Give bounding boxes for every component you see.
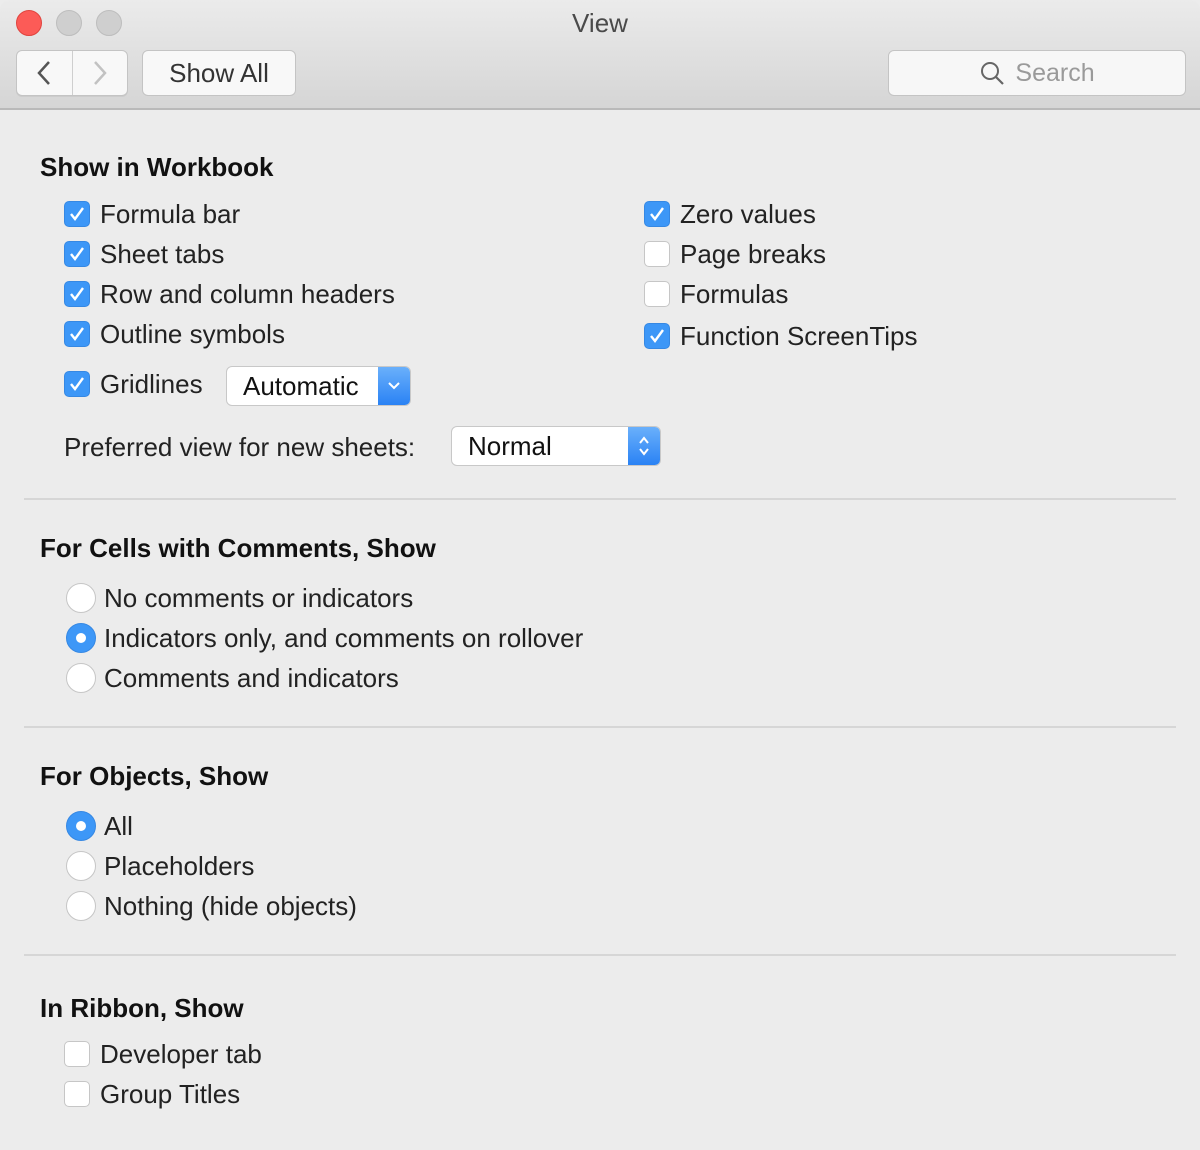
up-down-arrows-icon (628, 427, 660, 465)
option-label: No comments or indicators (104, 582, 414, 613)
option-label: Nothing (hide objects) (104, 890, 357, 921)
no-comments-radio[interactable]: No comments or indicators (66, 582, 413, 614)
forward-button[interactable] (73, 51, 128, 95)
gridlines-color-value: Automatic (243, 370, 359, 401)
back-button[interactable] (17, 51, 73, 95)
objects-heading: For Objects, Show (40, 761, 269, 791)
comments-heading: For Cells with Comments, Show (40, 533, 436, 563)
chevron-down-icon (378, 367, 410, 405)
checkbox-unchecked-icon (64, 1041, 90, 1067)
developer-tab-checkbox[interactable]: Developer tab (64, 1038, 262, 1070)
comments-and-indicators-radio[interactable]: Comments and indicators (66, 662, 399, 694)
formula-bar-checkbox[interactable]: Formula bar (64, 198, 240, 230)
zero-values-checkbox[interactable]: Zero values (644, 198, 816, 230)
section-divider (24, 726, 1176, 728)
radio-unselected-icon (66, 583, 96, 613)
checkbox-checked-icon (64, 371, 90, 397)
checkbox-unchecked-icon (64, 1081, 90, 1107)
sheet-tabs-checkbox[interactable]: Sheet tabs (64, 238, 224, 270)
group-titles-checkbox[interactable]: Group Titles (64, 1078, 240, 1110)
radio-unselected-icon (66, 891, 96, 921)
radio-unselected-icon (66, 851, 96, 881)
option-label: Formulas (680, 278, 789, 309)
function-screentips-checkbox[interactable]: Function ScreenTips (644, 320, 917, 352)
option-label: Formula bar (100, 198, 241, 229)
show-all-button[interactable]: Show All (142, 50, 296, 96)
gridlines-checkbox[interactable]: Gridlines (64, 368, 203, 400)
checkbox-checked-icon (64, 321, 90, 347)
option-label: Sheet tabs (100, 238, 225, 269)
checkbox-unchecked-icon (644, 241, 670, 267)
search-icon (981, 62, 1005, 85)
section-divider (24, 498, 1176, 500)
checkbox-unchecked-icon (644, 281, 670, 307)
option-label: Developer tab (100, 1038, 262, 1069)
option-label: Gridlines (100, 368, 203, 399)
outline-symbols-checkbox[interactable]: Outline symbols (64, 318, 285, 350)
preferred-view-dropdown[interactable]: Normal (451, 426, 661, 466)
search-input[interactable]: Search (888, 50, 1186, 96)
page-breaks-checkbox[interactable]: Page breaks (644, 238, 826, 270)
navigation-segment (16, 50, 128, 96)
option-label: Page breaks (680, 238, 826, 269)
option-label: Group Titles (100, 1078, 241, 1109)
gridlines-color-dropdown[interactable]: Automatic (226, 366, 411, 406)
objects-all-radio[interactable]: All (66, 810, 133, 842)
option-label: Row and column headers (100, 278, 395, 309)
option-label: Function ScreenTips (680, 320, 918, 351)
option-label: Indicators only, and comments on rollove… (104, 622, 584, 653)
objects-nothing-radio[interactable]: Nothing (hide objects) (66, 890, 357, 922)
checkbox-checked-icon (64, 201, 90, 227)
formulas-checkbox[interactable]: Formulas (644, 278, 788, 310)
checkbox-checked-icon (644, 201, 670, 227)
ribbon-heading: In Ribbon, Show (40, 993, 244, 1023)
checkbox-checked-icon (64, 281, 90, 307)
radio-selected-icon (66, 811, 96, 841)
title-bar: View Show All Search (0, 0, 1200, 110)
preferred-view-label: Preferred view for new sheets: (64, 432, 416, 462)
objects-placeholders-radio[interactable]: Placeholders (66, 850, 254, 882)
preferences-window: View Show All Search Show in Workbook Fo… (0, 0, 1200, 1150)
preferred-view-value: Normal (468, 430, 552, 461)
indicators-only-radio[interactable]: Indicators only, and comments on rollove… (66, 622, 583, 654)
checkbox-checked-icon (644, 323, 670, 349)
option-label: Placeholders (104, 850, 255, 881)
option-label: Outline symbols (100, 318, 285, 349)
option-label: Zero values (680, 198, 816, 229)
search-placeholder: Search (1015, 58, 1095, 87)
window-title: View (572, 8, 628, 38)
radio-unselected-icon (66, 663, 96, 693)
show-in-workbook-heading: Show in Workbook (40, 152, 274, 182)
checkbox-checked-icon (64, 241, 90, 267)
chevron-left-icon (37, 61, 51, 85)
option-label: All (104, 810, 133, 841)
row-column-headers-checkbox[interactable]: Row and column headers (64, 278, 395, 310)
option-label: Comments and indicators (104, 662, 399, 693)
section-divider (24, 954, 1176, 956)
chevron-right-icon (93, 61, 107, 85)
radio-selected-icon (66, 623, 96, 653)
